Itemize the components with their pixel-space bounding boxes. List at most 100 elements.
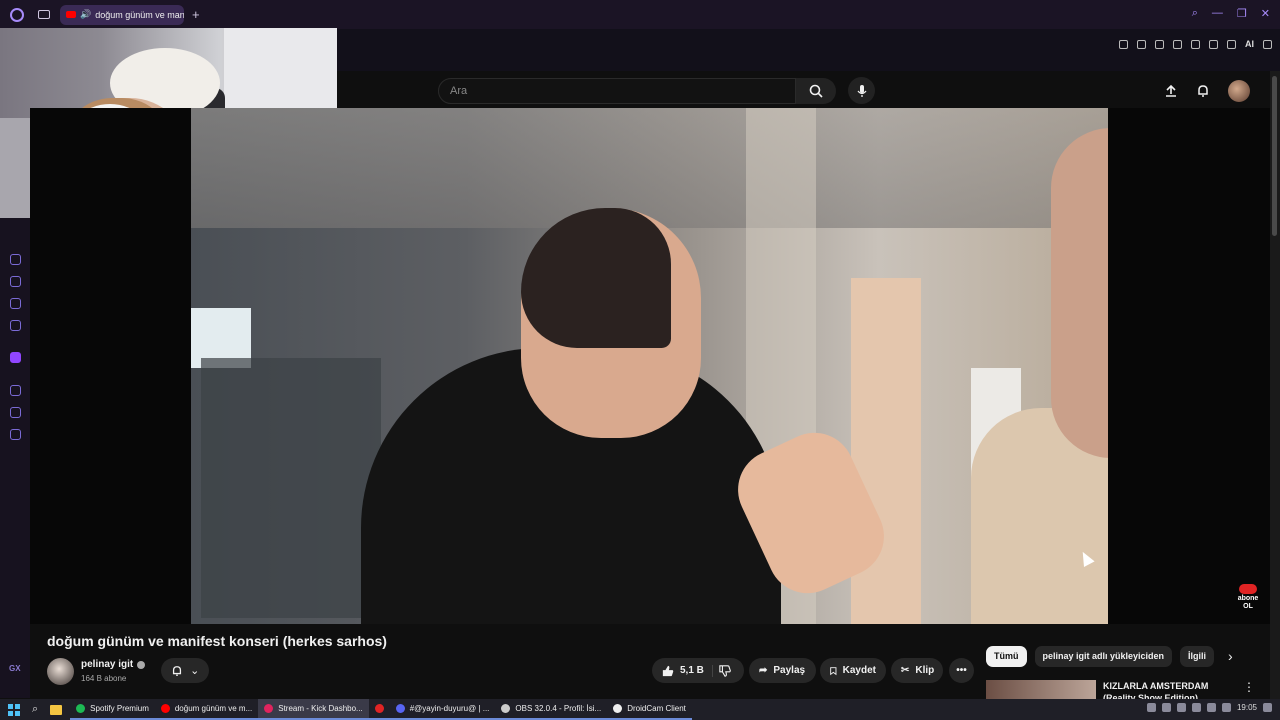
subscribe-overlay-badge[interactable]: abone OL (1233, 584, 1263, 610)
taskbar-app[interactable]: DroidCam Client (607, 699, 692, 720)
save-label: Kaydet (842, 665, 876, 676)
maximize-icon[interactable]: ❐ (1237, 7, 1247, 20)
voice-search-button[interactable] (848, 77, 875, 104)
tray-icon[interactable] (1146, 703, 1156, 712)
save-button[interactable]: Kaydet (820, 658, 886, 683)
snapshot-icon[interactable] (1137, 39, 1146, 49)
shield-icon[interactable] (1155, 39, 1164, 49)
windows-start-icon[interactable] (8, 703, 20, 716)
subscription-bell-button[interactable]: ⌄ (161, 658, 209, 683)
taskbar-app-label: doğum günüm ve m... (174, 704, 253, 713)
chatgpt-icon[interactable] (10, 254, 21, 265)
app-icon (374, 704, 384, 713)
clock[interactable]: 19:05 (1237, 703, 1257, 712)
share-icon: ➦ (759, 665, 768, 676)
aria-ai-button[interactable]: AI (1245, 39, 1254, 49)
taskbar-app[interactable]: Stream - Kick Dashbo... (258, 699, 369, 720)
app-icon (76, 704, 86, 713)
tray-icon[interactable] (1161, 703, 1171, 712)
video-frame[interactable] (191, 108, 1108, 624)
more-actions-button[interactable]: ••• (949, 658, 974, 683)
share-label: Paylaş (773, 665, 806, 676)
search-button[interactable] (796, 78, 836, 104)
browser-sidebar: GX (0, 218, 30, 698)
channel-avatar[interactable] (47, 658, 74, 685)
taskbar-app-label: OBS 32.0.4 - Profil: İsi... (515, 704, 602, 713)
taskbar-app[interactable]: #@yayin-duyuru@ | ... (389, 699, 496, 720)
clip-button[interactable]: ✂ Klip (891, 658, 943, 683)
app-icon (501, 704, 511, 713)
play-icon[interactable] (1173, 39, 1182, 49)
file-explorer-icon[interactable] (50, 704, 63, 715)
taskbar-app-label: Spotify Premium (90, 704, 149, 713)
settings-icon[interactable] (10, 429, 21, 440)
download-icon[interactable] (1227, 39, 1236, 49)
heart-icon[interactable] (1191, 39, 1200, 49)
twitch-icon[interactable] (10, 352, 21, 363)
video-ceiling (191, 108, 1108, 228)
workspaces-icon[interactable] (38, 10, 50, 19)
chip-related[interactable]: İlgili (1180, 646, 1215, 667)
bell-icon (172, 665, 181, 676)
taskbar-app[interactable]: Spotify Premium (70, 699, 155, 720)
taskbar-apps: Spotify Premium doğum günüm ve m... Stream… (70, 699, 692, 720)
taskbar-app[interactable]: OBS 32.0.4 - Profil: İsi... (495, 699, 608, 720)
like-button[interactable]: 5,1 B (662, 664, 713, 677)
badge-line-1: abone (1237, 595, 1259, 602)
scroll-thumb[interactable] (1272, 76, 1277, 236)
player-icon[interactable] (10, 298, 21, 309)
notifications-bell-icon[interactable] (1196, 84, 1210, 98)
pin-icon[interactable] (1119, 39, 1128, 49)
taskbar-app-label: DroidCam Client (627, 704, 686, 713)
chevron-down-icon: ⌄ (190, 665, 200, 677)
app-icon (613, 704, 623, 713)
page-scrollbar[interactable] (1270, 71, 1280, 701)
address-bar-row: AI (337, 29, 1280, 71)
video-player[interactable]: abone OL (30, 108, 1270, 624)
recommendation-thumbnail[interactable] (986, 680, 1096, 700)
recommendation-title[interactable]: KIZLARLA AMSTERDAM (1103, 681, 1208, 691)
browser-tab-youtube[interactable]: 🔊 doğum günüm ve manifest konseri (herke… (60, 4, 184, 25)
youtube-icon (66, 11, 76, 18)
upload-icon[interactable] (1164, 84, 1178, 98)
verified-icon (137, 660, 146, 669)
extensions-icon[interactable] (10, 276, 21, 287)
history-icon[interactable] (10, 385, 21, 396)
chevron-right-icon[interactable]: › (1228, 648, 1233, 664)
tray-icon[interactable] (1191, 703, 1201, 712)
thumbs-up-icon (662, 665, 674, 676)
taskbar-app[interactable]: doğum günüm ve m... (154, 699, 259, 720)
close-icon[interactable]: ✕ (1261, 7, 1270, 20)
chip-all[interactable]: Tümü (986, 646, 1027, 667)
menu-icon[interactable] (1263, 39, 1272, 49)
opera-logo-icon[interactable] (10, 7, 24, 22)
account-avatar[interactable] (1228, 80, 1250, 102)
volume-icon[interactable] (1221, 703, 1231, 712)
chip-from-uploader[interactable]: pelinay igit adlı yükleyiciden (1034, 646, 1173, 667)
taskbar-app[interactable] (368, 699, 390, 720)
share-button[interactable]: ➦ Paylaş (749, 658, 816, 683)
channel-name[interactable]: pelinay igit (81, 659, 133, 670)
recommendation-menu-icon[interactable]: ⋮ (1243, 680, 1255, 694)
extension-icons: AI (1119, 39, 1272, 49)
messenger-icon[interactable] (10, 320, 21, 331)
profile-icon[interactable] (1209, 39, 1218, 49)
new-tab-button[interactable]: + (192, 7, 200, 22)
badge-line-2: OL (1243, 603, 1253, 610)
wifi-icon[interactable] (1206, 703, 1216, 712)
speaker-icon[interactable]: 🔊 (80, 9, 91, 20)
channel-name-row[interactable]: pelinay igit (81, 659, 146, 670)
taskbar-search-icon[interactable]: ⌕ (32, 703, 38, 716)
notification-center-icon[interactable] (1263, 703, 1272, 712)
search-tabs-icon[interactable]: ⌕ (1192, 7, 1198, 20)
more-icon: ••• (956, 665, 967, 676)
video-person-hair (521, 208, 671, 348)
gx-icon[interactable]: GX (9, 664, 21, 673)
dislike-button[interactable] (719, 664, 731, 677)
minimize-icon[interactable]: — (1212, 7, 1223, 20)
tray-icon[interactable] (1176, 703, 1186, 712)
search-input[interactable]: Ara (438, 78, 796, 104)
subscriber-count: 164 B abone (81, 674, 127, 683)
chat-icon[interactable] (10, 407, 21, 418)
video-shower (201, 358, 381, 618)
